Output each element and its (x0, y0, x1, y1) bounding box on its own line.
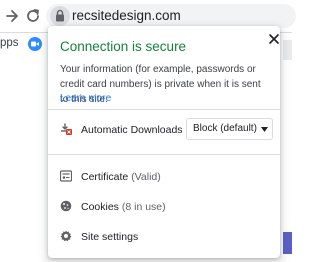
certificate-icon[interactable] (60, 170, 72, 182)
cookies-label: Cookies (81, 201, 119, 213)
gear-icon[interactable] (60, 230, 72, 242)
reload-icon[interactable] (23, 6, 43, 26)
zoom-bookmark-icon[interactable] (28, 37, 42, 51)
automatic-downloads-selected: Block (default) (193, 123, 257, 134)
cookies-row[interactable]: Cookies (8 in use) (81, 201, 166, 213)
page-side-element-purple (283, 232, 292, 254)
divider (48, 154, 280, 155)
cookie-icon[interactable] (60, 200, 72, 212)
site-settings-link[interactable]: Site settings (81, 231, 138, 243)
lock-icon (56, 9, 64, 22)
url-text[interactable]: recsitedesign.com (72, 8, 181, 23)
address-bar[interactable]: recsitedesign.com (46, 4, 296, 28)
learn-more-link[interactable]: Learn more (60, 93, 111, 104)
download-blocked-icon (60, 123, 72, 135)
certificate-label: Certificate (81, 171, 129, 183)
automatic-downloads-label: Automatic Downloads (81, 124, 183, 136)
cookies-status: (8 in use) (121, 201, 166, 213)
close-icon[interactable] (268, 33, 280, 45)
site-info-popup: Connection is secure Your information (f… (48, 26, 280, 258)
divider (48, 109, 280, 110)
site-info-button[interactable] (50, 6, 70, 26)
chevron-down-icon (261, 127, 268, 132)
page-side-element (283, 40, 292, 60)
forward-arrow-icon[interactable] (2, 6, 22, 26)
connection-status-title: Connection is secure (60, 39, 187, 54)
bookmark-apps[interactable]: pps (0, 37, 19, 49)
automatic-downloads-select[interactable]: Block (default) (186, 118, 273, 140)
certificate-status: (Valid) (131, 171, 161, 183)
certificate-row[interactable]: Certificate (Valid) (81, 171, 161, 183)
